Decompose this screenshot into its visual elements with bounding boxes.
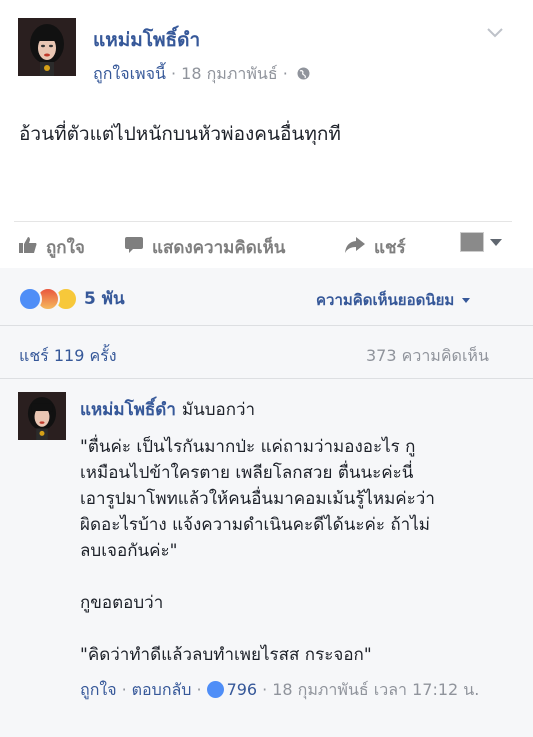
- comment-label: แสดงความคิดเห็น: [152, 238, 286, 258]
- profile-thumbnail[interactable]: [460, 232, 484, 252]
- like-label: ถูกใจ: [46, 238, 85, 258]
- divider: [0, 378, 533, 379]
- reactions-summary[interactable]: 5 พัน: [18, 285, 125, 312]
- post-header: แหม่มโพธิ์ดำ ถูกใจเพจนี้ · 18 กุมภาพันธ์…: [0, 0, 533, 95]
- globe-icon: [297, 65, 310, 84]
- comment-avatar[interactable]: [18, 392, 66, 440]
- comment-like-count[interactable]: 796: [227, 680, 258, 699]
- top-comments-filter[interactable]: ความคิดเห็นยอดนิยม: [316, 288, 470, 312]
- comment-like-link[interactable]: ถูกใจ: [80, 680, 117, 699]
- like-page-link[interactable]: ถูกใจเพจนี้: [93, 64, 166, 83]
- comment-icon: [124, 236, 144, 259]
- comment-reply-link[interactable]: ตอบกลับ: [132, 680, 192, 699]
- post-meta: ถูกใจเพจนี้ · 18 กุมภาพันธ์ ·: [93, 62, 310, 87]
- share-button[interactable]: แชร์: [344, 234, 406, 261]
- comment-author-suffix: มันบอกว่า: [181, 400, 256, 420]
- thumbs-up-icon: [18, 236, 38, 259]
- comments-count[interactable]: 373 ความคิดเห็น: [366, 344, 489, 369]
- like-badge-icon: [206, 681, 224, 698]
- page-avatar[interactable]: [18, 18, 76, 76]
- share-count[interactable]: แชร์ 119 ครั้ง: [19, 344, 117, 369]
- comment-body: "ตื่นค่ะ เป็นไรกันมากป่ะ แค่ถามว่ามองอะไ…: [80, 437, 435, 665]
- share-label: แชร์: [374, 238, 406, 258]
- comment-timestamp[interactable]: 18 กุมภาพันธ์ เวลา 17:12 น.: [272, 680, 479, 699]
- like-reaction-icon: [18, 286, 42, 311]
- caret-down-icon: [461, 298, 470, 303]
- meta-separator-2: ·: [282, 64, 293, 83]
- share-arrow-icon: [344, 236, 366, 259]
- separator: ·: [121, 680, 127, 699]
- reaction-count[interactable]: 5 พัน: [84, 285, 125, 312]
- top-comments-label: ความคิดเห็นยอดนิยม: [316, 291, 455, 309]
- separator: ·: [196, 680, 202, 699]
- feedback-section: 5 พัน ความคิดเห็นยอดนิยม แชร์ 119 ครั้ง …: [0, 268, 533, 737]
- separator: ·: [262, 680, 268, 699]
- post-text: อ้วนที่ตัวแต่ไปหนักบนหัวพ่องคนอื่นทุกที: [19, 123, 341, 145]
- comment-author[interactable]: แหม่มโพธิ์ดำ: [80, 400, 176, 420]
- divider: [0, 325, 533, 326]
- comment-button[interactable]: แสดงความคิดเห็น: [124, 234, 285, 261]
- page-name[interactable]: แหม่มโพธิ์ดำ: [93, 25, 200, 55]
- caret-down-icon[interactable]: [490, 239, 502, 246]
- chevron-down-icon[interactable]: [486, 24, 504, 43]
- meta-separator: ·: [170, 64, 182, 83]
- comment-author-line: แหม่มโพธิ์ดำ มันบอกว่า: [80, 396, 255, 423]
- like-button[interactable]: ถูกใจ: [18, 234, 85, 261]
- comment-actions: ถูกใจ · ตอบกลับ · 796 · 18 กุมภาพันธ์ เวลา 17:…: [80, 675, 500, 705]
- post-date[interactable]: 18 กุมภาพันธ์: [181, 64, 277, 83]
- action-bar: ถูกใจ แสดงความคิดเห็น แชร์: [14, 221, 512, 268]
